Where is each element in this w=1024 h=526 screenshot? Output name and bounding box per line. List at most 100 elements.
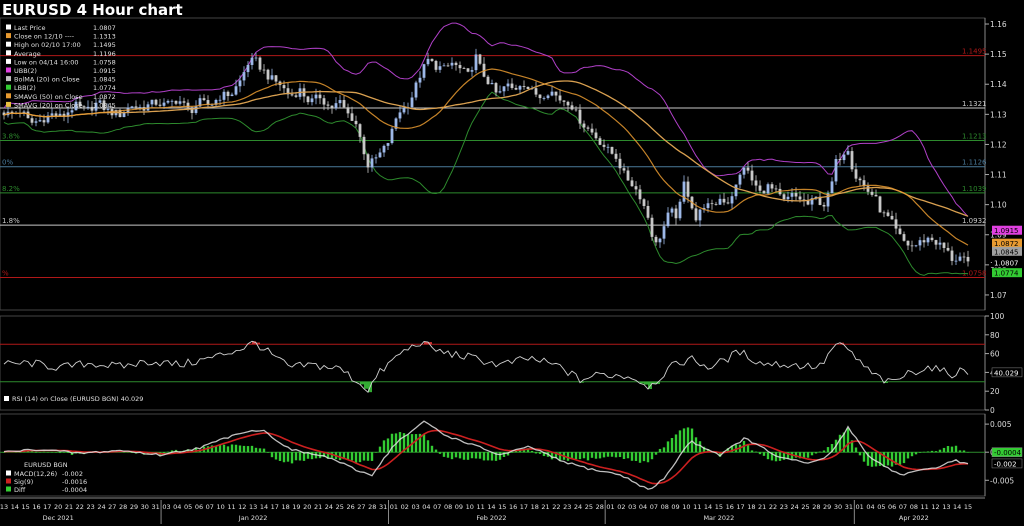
candle-body	[446, 65, 450, 67]
candle-body	[594, 132, 598, 139]
candle-body	[602, 144, 606, 147]
candle-body	[486, 76, 490, 85]
legend-value: 1.0915	[93, 67, 116, 75]
macd-diff-bar	[910, 452, 914, 457]
x-day-label: 29	[823, 503, 831, 511]
candle-body	[238, 80, 242, 87]
macd-diff-bar	[414, 434, 418, 453]
macd-diff-bar	[250, 445, 254, 453]
x-month-label: Mar 2022	[703, 514, 734, 522]
legend-value: 1.1196	[93, 50, 116, 58]
macd-diff-bar	[222, 444, 226, 453]
macd-panel: 0.0050-0.005EURUSD BGNMACD(12,26)-0.002S…	[0, 413, 1023, 497]
candle-body	[534, 88, 538, 95]
x-day-label: 01	[606, 503, 614, 511]
macd-diff-bar	[454, 452, 458, 458]
x-day-label: 24	[791, 503, 799, 511]
legend-value: 1.0758	[93, 58, 116, 66]
candle-body	[242, 72, 246, 81]
candle-body	[462, 68, 466, 69]
macd-diff-bar	[358, 452, 362, 463]
candle-body	[362, 136, 366, 155]
macd-diff-bar	[238, 445, 242, 453]
candle-body	[758, 185, 762, 191]
candle-body	[326, 104, 330, 106]
candle-body	[614, 153, 618, 159]
candle-body	[698, 209, 702, 221]
candle-body	[310, 98, 314, 103]
candle-body	[378, 152, 382, 158]
x-day-label: 21	[314, 503, 322, 511]
x-day-label: 23	[780, 503, 788, 511]
x-day-label: 12	[238, 503, 246, 511]
candle-body	[26, 111, 30, 119]
legend-label: Average	[14, 50, 41, 58]
candle-body	[458, 65, 462, 69]
macd-diff-bar	[510, 452, 514, 453]
price-panel: 1.071.081.091.101.111.121.131.141.151.16…	[0, 17, 1022, 311]
x-day-label: 13	[942, 503, 950, 511]
candle-body	[330, 105, 334, 109]
macd-diff-bar	[442, 452, 446, 457]
macd-diff-bar	[822, 450, 826, 453]
candle-body	[230, 94, 234, 96]
candle-body	[470, 70, 474, 72]
macd-diff-bar	[858, 452, 862, 456]
macd-diff-bar	[398, 432, 402, 453]
macd-legend-value: -0.0016	[62, 478, 87, 486]
macd-diff-bar	[750, 450, 754, 453]
x-day-label: 02	[617, 503, 625, 511]
candle-body	[790, 193, 794, 197]
rsi-panel: 020406080100RSI (14) on Close (EURUSD BG…	[0, 312, 1023, 415]
rsi-y-tick-label: 80	[990, 331, 1000, 340]
x-day-label: 08	[661, 503, 669, 511]
legend-value: 1.0807	[93, 24, 116, 32]
candle-body	[854, 169, 858, 179]
x-day-label: 28	[119, 503, 127, 511]
candle-body	[706, 203, 710, 208]
macd-diff-bar	[462, 452, 466, 460]
candle-body	[270, 75, 274, 80]
macd-diff-bar	[914, 452, 918, 455]
candle-body	[266, 69, 270, 80]
x-day-label: 04	[866, 503, 874, 511]
macd-diff-bar	[278, 452, 282, 461]
candle-body	[358, 124, 362, 137]
x-day-label: 11	[227, 503, 235, 511]
macd-diff-bar	[474, 452, 478, 459]
candle-body	[674, 208, 678, 219]
x-day-label: 07	[433, 503, 441, 511]
candle-body	[626, 170, 630, 181]
candle-body	[70, 110, 74, 113]
candle-body	[678, 201, 682, 219]
macd-diff-bar	[254, 447, 258, 453]
legend-label: Last Price	[14, 24, 45, 32]
macd-diff-bar	[606, 452, 610, 457]
macd-legend-value: -0.002	[62, 470, 83, 478]
macd-diff-bar	[946, 446, 950, 453]
legend-label: LBB(2)	[14, 84, 36, 92]
candle-body	[606, 146, 610, 148]
x-day-label: 22	[552, 503, 560, 511]
x-day-label: 17	[43, 503, 51, 511]
x-day-label: 03	[162, 503, 170, 511]
candle-body	[246, 64, 250, 73]
candle-body	[962, 256, 966, 258]
candle-body	[34, 121, 38, 123]
candle-body	[258, 57, 262, 70]
candle-body	[734, 184, 738, 197]
x-day-label: 20	[54, 503, 62, 511]
macd-diff-bar	[230, 444, 234, 453]
candle-body	[402, 107, 406, 113]
candle-body	[50, 113, 54, 116]
level-label: 1.1126	[962, 159, 987, 167]
x-day-label: 16	[726, 503, 734, 511]
candle-body	[954, 260, 958, 262]
x-day-label: 24	[574, 503, 582, 511]
candle-body	[138, 107, 142, 108]
macd-diff-bar	[46, 451, 50, 453]
x-day-label: 10	[682, 503, 690, 511]
candle-body	[474, 54, 478, 71]
x-day-label: 24	[325, 503, 333, 511]
macd-diff-bar	[950, 446, 954, 453]
